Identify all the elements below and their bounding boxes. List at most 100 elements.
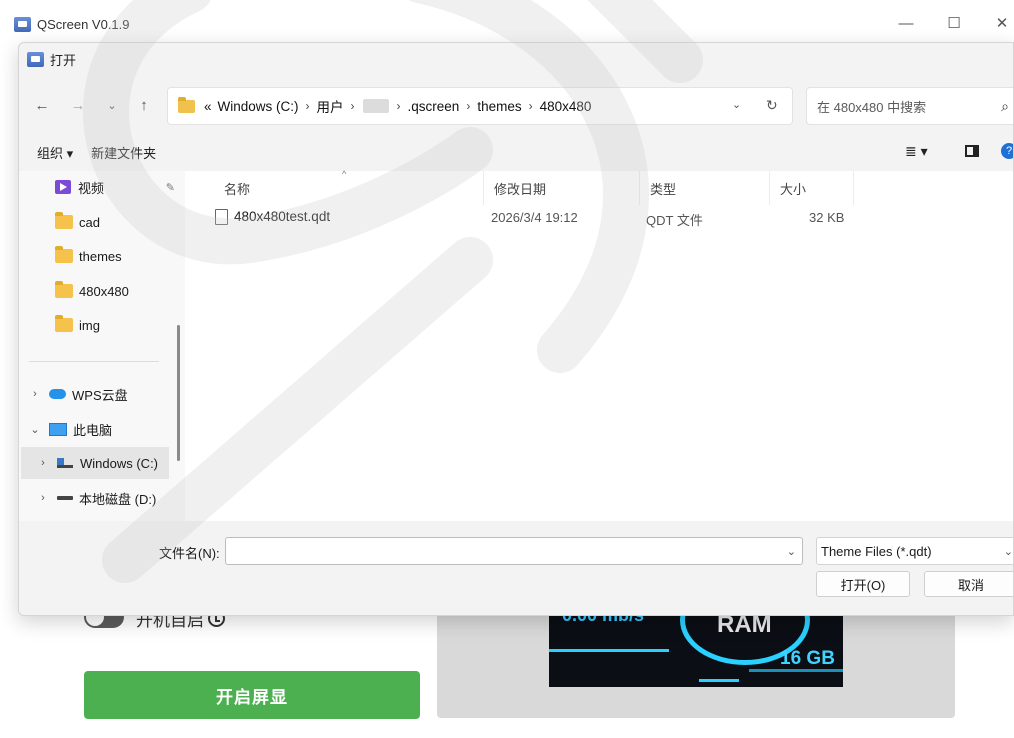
up-arrow-icon[interactable]: ↑: [133, 95, 155, 117]
column-header-size[interactable]: 大小: [770, 171, 854, 205]
folder-icon: [55, 212, 73, 229]
sidebar-scrollbar[interactable]: [177, 325, 180, 461]
sidebar-item-windows-c[interactable]: › Windows (C:): [21, 447, 169, 479]
column-name-label: 名称: [224, 181, 251, 197]
dialog-title: 打开: [50, 52, 77, 68]
breadcrumb-item[interactable]: 用户: [314, 96, 347, 116]
address-dropdown-icon[interactable]: ⌄: [732, 98, 741, 111]
sidebar-item-this-pc[interactable]: ⌄ 此电脑: [19, 413, 179, 445]
sidebar-item-local-disk-d[interactable]: › 本地磁盘 (D:): [19, 482, 179, 514]
breadcrumb-chevron-icon: ›: [466, 99, 471, 113]
breadcrumb-item-redacted[interactable]: [362, 99, 389, 113]
navigation-pane: 视频 ✎ cad themes 480x480 img › WPS云盘 ⌄ 此电…: [19, 171, 185, 521]
chevron-right-icon[interactable]: ›: [35, 492, 51, 504]
breadcrumb-item[interactable]: themes: [474, 99, 524, 114]
view-options-icon[interactable]: ≣ ▾: [905, 143, 928, 160]
open-file-dialog: 打开 ← → ⌄ ↑ « Windows (C:) › 用户 › › .qscr…: [18, 42, 1014, 616]
breadcrumb-item[interactable]: 480x480: [537, 99, 595, 114]
sidebar-item-label: 本地磁盘 (D:): [79, 491, 157, 507]
search-input[interactable]: 在 480x480 中搜索: [817, 97, 926, 116]
pc-icon: [49, 422, 67, 436]
file-icon: [215, 209, 228, 226]
breadcrumb-chevron-icon: ›: [350, 99, 355, 113]
breadcrumb-item[interactable]: Windows (C:): [215, 99, 302, 114]
preview-bar: [699, 679, 739, 682]
recent-chevron-icon[interactable]: ⌄: [101, 95, 123, 117]
cloud-icon: [49, 389, 66, 399]
breadcrumb-chevron-icon: ›: [396, 99, 401, 113]
file-row[interactable]: 480x480test.qdt 2026/3/4 19:12 QDT 文件 32…: [215, 205, 875, 231]
dialog-toolbar: 组织 ▾ 新建文件夹 ≣ ▾ ?: [19, 137, 1013, 167]
hdd-icon: [57, 496, 73, 500]
folder-icon: [55, 315, 73, 332]
column-header-modified[interactable]: 修改日期: [484, 171, 640, 205]
breadcrumb-overflow[interactable]: «: [201, 99, 215, 114]
app-title-bar: QScreen V0.1.9: [14, 10, 130, 38]
file-type: QDT 文件: [646, 213, 703, 228]
video-icon: [55, 180, 71, 194]
sidebar-item-label: 视频: [78, 180, 105, 196]
filetype-value: Theme Files (*.qdt): [821, 543, 932, 559]
breadcrumb-chevron-icon: ›: [528, 99, 533, 113]
dialog-footer: 文件名(N): ⌄ Theme Files (*.qdt) ⌄ 打开(O) 取消: [19, 521, 1013, 615]
sidebar-item-label: 480x480: [79, 283, 129, 299]
preview-pane-icon[interactable]: [965, 145, 979, 157]
address-bar[interactable]: « Windows (C:) › 用户 › › .qscreen › theme…: [167, 87, 793, 125]
folder-icon: [55, 246, 73, 263]
folder-icon: [178, 96, 195, 113]
breadcrumb-chevron-icon: ›: [305, 99, 310, 113]
dialog-title-bar: 打开: [27, 47, 76, 71]
filetype-select[interactable]: Theme Files (*.qdt) ⌄: [816, 537, 1013, 565]
sidebar-item-label: Windows (C:): [80, 455, 159, 471]
sidebar-item-label: img: [79, 317, 100, 333]
file-modified: 2026/3/4 19:12: [491, 210, 578, 225]
sidebar-item-label: WPS云盘: [72, 387, 128, 403]
column-type-label: 类型: [650, 181, 677, 197]
file-name-cell: 480x480test.qdt: [215, 209, 331, 226]
sidebar-item-themes[interactable]: themes: [19, 240, 179, 272]
chevron-down-icon[interactable]: ⌄: [27, 423, 43, 436]
sidebar-item-wps-cloud[interactable]: › WPS云盘: [19, 378, 179, 410]
file-name: 480x480test.qdt: [234, 209, 331, 224]
sidebar-item-videos[interactable]: 视频 ✎: [19, 171, 179, 203]
filename-dropdown-icon[interactable]: ⌄: [787, 545, 796, 558]
forward-arrow-icon[interactable]: →: [67, 95, 89, 117]
help-icon[interactable]: ?: [1001, 143, 1013, 159]
minimize-button[interactable]: —: [884, 10, 928, 38]
app-title: QScreen V0.1.9: [37, 16, 130, 32]
column-header-name[interactable]: 名称 ^: [214, 169, 484, 205]
maximize-button[interactable]: ☐: [932, 10, 976, 38]
drive-icon: [57, 458, 73, 468]
new-folder-button[interactable]: 新建文件夹: [91, 143, 156, 162]
chevron-right-icon[interactable]: ›: [27, 388, 43, 400]
folder-icon: [55, 281, 73, 298]
sidebar-divider: [29, 361, 159, 362]
chevron-right-icon[interactable]: ›: [35, 457, 51, 469]
filename-input[interactable]: ⌄: [225, 537, 803, 565]
sidebar-item-label: cad: [79, 214, 100, 230]
column-size-label: 大小: [780, 181, 807, 197]
search-box[interactable]: 在 480x480 中搜索 ⌕: [806, 87, 1013, 125]
filename-label: 文件名(N):: [159, 546, 220, 561]
dialog-content: 视频 ✎ cad themes 480x480 img › WPS云盘 ⌄ 此电…: [19, 169, 1013, 521]
pin-icon[interactable]: ✎: [166, 181, 175, 194]
sidebar-item-label: 此电脑: [73, 422, 113, 438]
open-button[interactable]: 打开(O): [816, 571, 910, 597]
sidebar-item-cad[interactable]: cad: [19, 206, 179, 238]
search-icon: ⌕: [1001, 97, 1009, 114]
sidebar-item-480x480[interactable]: 480x480: [19, 275, 179, 307]
close-button[interactable]: ✕: [980, 10, 1014, 38]
sidebar-item-img[interactable]: img: [19, 309, 179, 341]
file-size: 32 KB: [809, 210, 845, 225]
dialog-app-icon: [27, 51, 44, 67]
organize-menu[interactable]: 组织 ▾: [37, 143, 73, 162]
column-modified-label: 修改日期: [494, 181, 547, 197]
cancel-button[interactable]: 取消: [924, 571, 1013, 597]
start-display-button[interactable]: 开启屏显: [84, 671, 420, 719]
breadcrumb-item[interactable]: .qscreen: [405, 99, 463, 114]
preview-bar: [549, 649, 669, 652]
refresh-icon[interactable]: ↻: [766, 97, 778, 114]
column-header-type[interactable]: 类型: [640, 171, 770, 205]
back-arrow-icon[interactable]: ←: [31, 95, 53, 117]
navigation-bar: ← → ⌄ ↑ « Windows (C:) › 用户 › › .qscreen…: [19, 83, 1013, 131]
